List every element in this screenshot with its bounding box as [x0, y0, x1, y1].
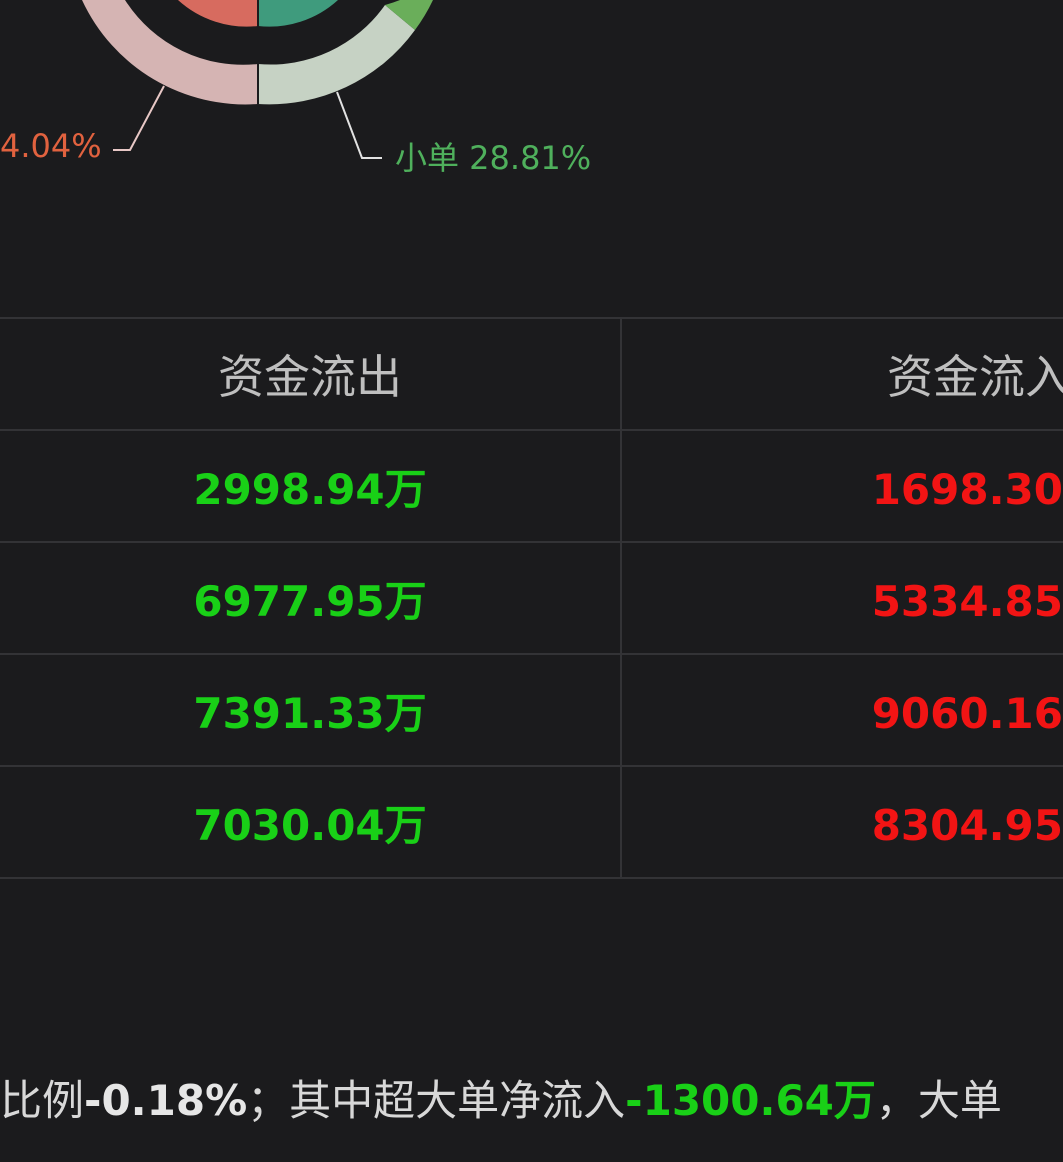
capital-in-value: 9060.16万 — [871, 688, 1063, 738]
capital-out-value: 7030.04万 — [0, 765, 622, 879]
leader-line-left — [113, 85, 165, 151]
chart-label-small-order: 小单 28.81% — [395, 139, 592, 177]
donut-inner-segment-left — [178, 0, 258, 27]
capital-in-cell: 9060.16万 — [621, 653, 1063, 767]
capital-flow-summary: 比例-0.18%；其中超大单净流入-1300.64万，大单 — [0, 1080, 1002, 1122]
capital-flow-donut-chart — [82, 0, 433, 159]
summary-prefix: 比例 — [0, 1076, 85, 1125]
summary-mid: ；其中超大单净流入 — [247, 1076, 626, 1125]
header-capital-in: 资金流入 — [621, 317, 1063, 431]
capital-in-value: 8304.95万 — [871, 800, 1063, 850]
capital-in-value: 5334.85万 — [871, 576, 1063, 626]
capital-in-cell: 8304.95万 — [621, 765, 1063, 879]
table-header-row: 资金流出 资金流入 — [0, 317, 1063, 431]
capital-out-value: 2998.94万 — [0, 429, 622, 543]
header-capital-out: 资金流出 — [0, 317, 622, 431]
capital-in-cell: 1698.30万 — [621, 429, 1063, 543]
chart-label-left: 4.04% — [0, 127, 102, 165]
capital-out-value: 7391.33万 — [0, 653, 622, 767]
table-row: 7030.04万 8304.95万 — [0, 765, 1063, 879]
summary-ratio: -0.18% — [84, 1076, 248, 1125]
capital-out-value: 6977.95万 — [0, 541, 622, 655]
table-row: 2998.94万 1698.30万 — [0, 429, 1063, 543]
capital-in-cell: 5334.85万 — [621, 541, 1063, 655]
header-capital-in-label: 资金流入 — [887, 350, 1063, 404]
capital-in-value: 1698.30万 — [871, 464, 1063, 514]
table-row: 6977.95万 5334.85万 — [0, 541, 1063, 655]
table-row: 7391.33万 9060.16万 — [0, 653, 1063, 767]
leader-line-right — [336, 91, 382, 159]
donut-inner-segment-right — [258, 0, 338, 27]
capital-flow-table: 资金流出 资金流入 2998.94万 1698.30万 6977.95万 533… — [0, 317, 1063, 879]
summary-suffix: ，大单 — [875, 1076, 1002, 1125]
summary-net-super-large: -1300.64万 — [625, 1076, 876, 1125]
